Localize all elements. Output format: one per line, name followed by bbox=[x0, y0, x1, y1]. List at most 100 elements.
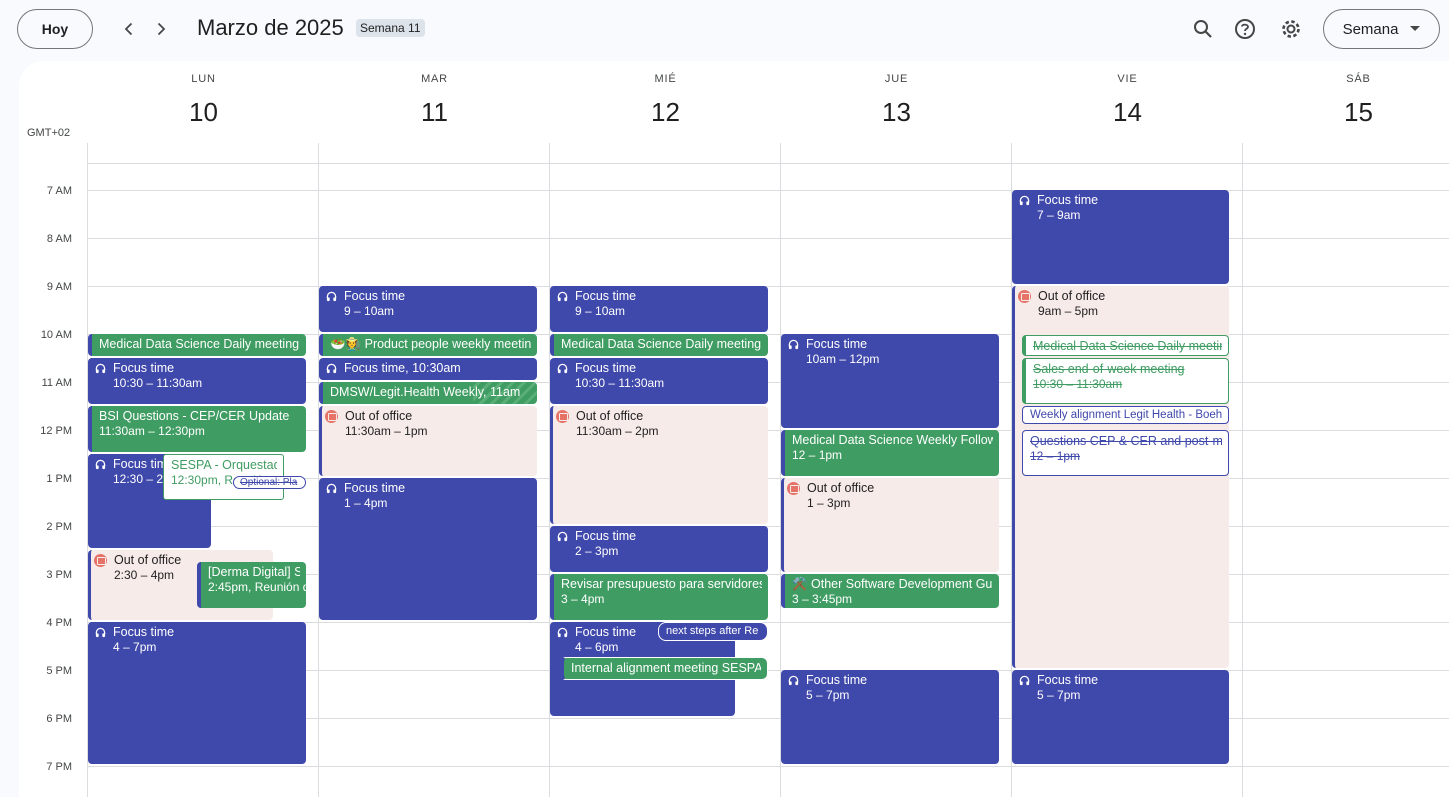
column-divider bbox=[1242, 143, 1243, 797]
event-time: 11:30am – 12:30pm bbox=[99, 424, 205, 438]
day-number[interactable]: 14 bbox=[1012, 97, 1243, 128]
headphones-icon bbox=[788, 675, 799, 686]
focus-time-event[interactable]: Focus time 9 – 10am bbox=[319, 286, 537, 332]
focus-time-event[interactable]: Focus time 5 – 7pm bbox=[1012, 670, 1229, 764]
event-time: 3 – 3:45pm bbox=[792, 592, 853, 606]
event-card[interactable]: Questions CEP & CER and post-market 12 –… bbox=[1022, 430, 1229, 476]
event-title: Revisar presupuesto para servidores bbox=[561, 577, 762, 591]
event-title: Weekly alignment Legit Health - Boehring… bbox=[1030, 409, 1222, 421]
event-time: 5 – 7pm bbox=[1037, 688, 1081, 702]
event-time: 11:30am – 1pm bbox=[345, 424, 428, 438]
event-time: 4 – 7pm bbox=[113, 640, 157, 654]
hour-label: 7 AM bbox=[46, 185, 72, 197]
event-time: 3 – 4pm bbox=[561, 592, 605, 606]
focus-time-event[interactable]: Focus time 5 – 7pm bbox=[781, 670, 999, 764]
out-of-office-event[interactable]: Out of office 11:30am – 2pm bbox=[550, 406, 768, 524]
event-title: Focus time bbox=[344, 481, 406, 495]
event-time: 12 – 1pm bbox=[1030, 449, 1081, 463]
hour-label: 4 PM bbox=[46, 617, 72, 629]
all-day-divider bbox=[88, 163, 1449, 164]
event-card[interactable]: Internal alignment meeting SESPA O bbox=[560, 657, 768, 680]
event-title: SESPA - Orquestador bbox=[171, 458, 277, 472]
focus-time-event[interactable]: Focus time 10:30 – 11:30am bbox=[550, 358, 768, 404]
event-title: BSI Questions - CEP/CER Update bbox=[99, 409, 290, 423]
event-chip[interactable]: next steps after Re bbox=[658, 622, 768, 641]
headphones-icon bbox=[1019, 195, 1030, 206]
event-time: 7 – 9am bbox=[1037, 208, 1081, 222]
out-of-office-event[interactable]: Out of office 11:30am – 1pm bbox=[319, 406, 537, 476]
event-card[interactable]: BSI Questions - CEP/CER Update 11:30am –… bbox=[88, 406, 306, 452]
dropdown-arrow-icon bbox=[1410, 26, 1421, 31]
day-number[interactable]: 12 bbox=[550, 97, 781, 128]
event-title: Focus time bbox=[113, 625, 175, 639]
week-number-badge: Semana 11 bbox=[356, 19, 425, 37]
event-card[interactable]: Weekly alignment Legit Health - Boehring… bbox=[1022, 406, 1229, 424]
today-button[interactable]: Hoy bbox=[17, 9, 93, 49]
event-title: Internal alignment meeting SESPA O bbox=[571, 661, 761, 675]
event-card[interactable]: Sales end-of-week meeting 10:30 – 11:30a… bbox=[1022, 358, 1229, 404]
event-card[interactable]: ⚒️ Other Software Development Guild 3 – … bbox=[781, 574, 999, 608]
hour-line bbox=[88, 190, 1449, 191]
out-of-office-icon bbox=[787, 482, 800, 495]
week-calendar: GMT+02 LUN 10 MAR 11 MIÉ 12 JUE 13 VIE 1… bbox=[19, 61, 1449, 797]
focus-time-event[interactable]: Focus time, 10:30am bbox=[319, 358, 537, 380]
search-icon bbox=[1194, 20, 1212, 38]
focus-time-event[interactable]: Focus time 10:30 – 11:30am bbox=[88, 358, 306, 404]
event-card[interactable]: [Derma Digital] Se 2:45pm, Reunión d bbox=[197, 562, 306, 608]
hour-label: 2 PM bbox=[46, 521, 72, 533]
focus-time-event[interactable]: Focus time 7 – 9am bbox=[1012, 190, 1229, 284]
day-number[interactable]: 10 bbox=[88, 97, 319, 128]
event-title: Focus time bbox=[575, 529, 637, 543]
focus-time-event[interactable]: Focus time 10am – 12pm bbox=[781, 334, 999, 428]
event-card[interactable]: DMSW/Legit.Health Weekly, 11am bbox=[319, 382, 537, 404]
event-card[interactable]: Revisar presupuesto para servidores 3 – … bbox=[550, 574, 768, 620]
event-title: 🥗🧑‍🌾 Product people weekly meeting bbox=[330, 337, 531, 351]
out-of-office-icon bbox=[94, 554, 107, 567]
next-week-button[interactable] bbox=[146, 14, 176, 44]
view-selector-label: Semana bbox=[1342, 20, 1399, 38]
day-number[interactable]: 15 bbox=[1243, 97, 1449, 128]
event-card[interactable]: Medical Data Science Daily meeting, 10am bbox=[550, 334, 768, 356]
event-time: 2:45pm, Reunión d bbox=[208, 580, 306, 594]
event-title: Focus time bbox=[575, 361, 637, 375]
chevron-left-icon bbox=[124, 22, 133, 36]
hour-label: 5 PM bbox=[46, 665, 72, 677]
event-title: [Derma Digital] Se bbox=[208, 565, 300, 579]
event-title: Out of office bbox=[345, 409, 413, 423]
focus-time-event[interactable]: Focus time 1 – 4pm bbox=[319, 478, 537, 620]
view-selector[interactable]: Semana bbox=[1323, 9, 1440, 49]
hour-label: 12 PM bbox=[40, 425, 72, 437]
event-chip[interactable]: Optional: Pla bbox=[233, 476, 306, 489]
event-time: 10:30 – 11:30am bbox=[575, 376, 665, 390]
event-title: Medical Data Science Daily meeting, 10am bbox=[99, 337, 300, 351]
day-name: MIÉ bbox=[654, 73, 677, 85]
settings-button[interactable] bbox=[1274, 12, 1308, 46]
event-title: Focus time bbox=[1037, 193, 1099, 207]
focus-time-event[interactable]: Focus time 4 – 7pm bbox=[88, 622, 306, 764]
out-of-office-event[interactable]: Out of office 1 – 3pm bbox=[781, 478, 999, 572]
event-card[interactable]: Medical Data Science Daily meeting bbox=[1022, 335, 1229, 356]
event-title: Focus time bbox=[806, 337, 868, 351]
headphones-icon bbox=[326, 363, 337, 374]
day-name: VIE bbox=[1117, 73, 1138, 85]
event-title: Focus time bbox=[806, 673, 868, 687]
headphones-icon bbox=[557, 531, 568, 542]
event-title: Questions CEP & CER and post-market bbox=[1030, 434, 1222, 448]
day-number[interactable]: 11 bbox=[319, 97, 550, 128]
hour-line bbox=[88, 238, 1449, 239]
previous-week-button[interactable] bbox=[114, 14, 144, 44]
search-button[interactable] bbox=[1186, 12, 1220, 46]
event-card[interactable]: Medical Data Science Daily meeting, 10am bbox=[88, 334, 306, 356]
focus-time-event[interactable]: Focus time 9 – 10am bbox=[550, 286, 768, 332]
day-name: JUE bbox=[884, 73, 909, 85]
focus-time-event[interactable]: Focus time 2 – 3pm bbox=[550, 526, 768, 572]
event-card[interactable]: Medical Data Science Weekly Follow-up 12… bbox=[781, 430, 999, 476]
headphones-icon bbox=[557, 627, 568, 638]
help-icon bbox=[1235, 19, 1255, 39]
event-title: ⚒️ Other Software Development Guild bbox=[792, 577, 993, 591]
event-title: Focus time bbox=[575, 289, 637, 303]
day-number[interactable]: 13 bbox=[781, 97, 1012, 128]
event-card[interactable]: 🥗🧑‍🌾 Product people weekly meeting bbox=[319, 334, 537, 356]
headphones-icon bbox=[95, 363, 106, 374]
help-button[interactable] bbox=[1228, 12, 1262, 46]
